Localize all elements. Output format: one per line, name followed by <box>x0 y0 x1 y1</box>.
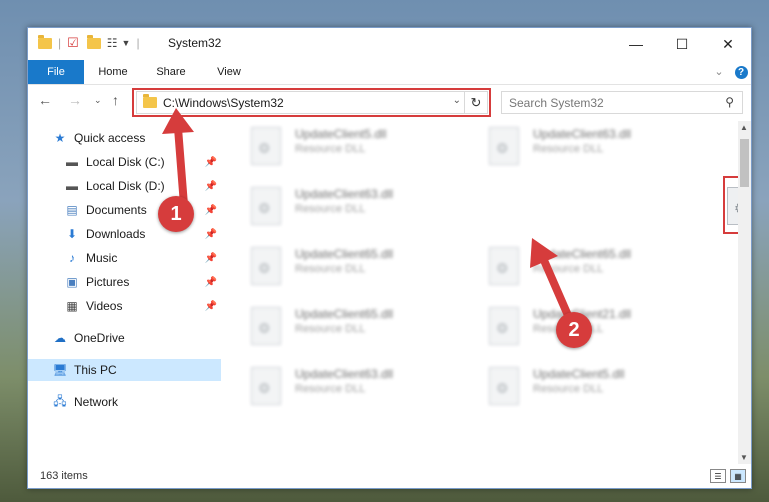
arrow-1-shaft <box>174 124 188 209</box>
step-1-badge: 1 <box>158 196 194 232</box>
annotation-overlay <box>162 108 574 324</box>
step-2-badge: 2 <box>556 312 592 348</box>
arrow-1-head <box>162 108 194 134</box>
arrow-2-shaft <box>539 254 574 324</box>
